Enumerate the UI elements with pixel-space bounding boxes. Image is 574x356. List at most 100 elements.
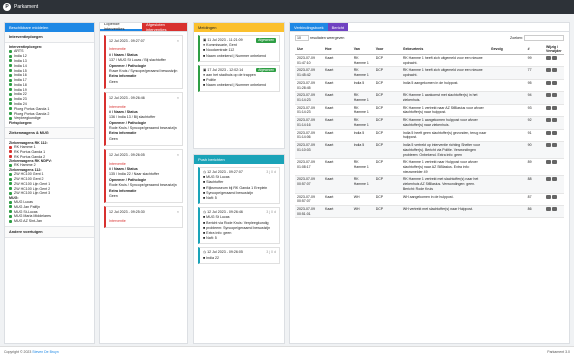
cell-voor: DCP xyxy=(373,79,401,93)
delete-icon[interactable] xyxy=(552,93,557,98)
cell-gevolg xyxy=(488,54,526,68)
edit-icon[interactable] xyxy=(546,160,551,165)
column-header[interactable]: Gebeurtenis xyxy=(400,44,489,55)
log-table-wrap: Uur Hoe Van Voor Gebeurtenis Gevolg # Wijzig / … xyxy=(290,44,569,219)
cell-gebeurtenis: RK Hamme 1 vertrekt naar AZ StBlasius vo… xyxy=(400,104,489,118)
bullet-icon: ■ xyxy=(203,180,206,185)
status-dot-icon xyxy=(9,200,12,204)
column-header[interactable]: Gevolg xyxy=(488,44,526,55)
units-list: ARTS India 12 India 13 India 14 India 15 Indi… xyxy=(9,49,90,121)
push-card[interactable]: 3 j 0 d ◷ 12 Jul 2023 - 09:27:07 ■ MUG St… xyxy=(198,167,280,205)
cell-nr: 87 xyxy=(525,193,544,206)
cell-actions xyxy=(544,54,564,68)
unit-name: ZW HC100 Lijn Gent 3 xyxy=(14,191,51,196)
cell-gevolg xyxy=(488,116,526,130)
status-dot-icon xyxy=(9,78,12,82)
cell-nr: 99 xyxy=(525,54,544,68)
author-link[interactable]: Steven De Bruyn xyxy=(32,350,58,354)
delete-icon[interactable] xyxy=(552,130,557,135)
tab-afgesloten[interactable]: Afgesloten interventies xyxy=(141,23,187,32)
push-ago: 3 j 0 d xyxy=(266,210,276,215)
intervention-card[interactable]: × 12 Jul 2023 - 09:27:07 Interventie # /… xyxy=(104,35,183,90)
edit-icon[interactable] xyxy=(546,194,551,199)
push-l2: Slachtoffer xyxy=(206,180,224,185)
column-header[interactable]: Uur xyxy=(295,44,323,55)
edit-icon[interactable] xyxy=(546,105,551,110)
bullet-icon: ■ xyxy=(203,215,206,220)
meldingen-list: Afgewezen ▣ 11 Jul 2023 - 11:21:09 ● Kom… xyxy=(194,35,284,92)
interventions-list: × 12 Jul 2023 - 09:27:07 Interventie # /… xyxy=(100,35,187,229)
table-row: 2023-07-09 00:57:07 Kaart WH DCP WH aang… xyxy=(295,193,564,206)
unit-item[interactable]: MUG AZ Sint-Jan xyxy=(9,219,90,224)
cell-gebeurtenis: RK Hamme 1 heeft zich uitgemeld voor een… xyxy=(400,66,489,80)
push-header: Push berichten xyxy=(194,155,284,164)
tab-lopende[interactable]: Lopende interventies xyxy=(100,23,142,31)
push-card[interactable]: 3 j 0 d ◷ 12 Jul 2023 - 09:26:46 ■ MUG St… xyxy=(198,207,280,245)
table-row: 2023-07-09 01:14:16 Kaart RK Hamme 1 DCP… xyxy=(295,116,564,130)
bullet-icon: ■ xyxy=(203,175,206,180)
user-icon: ■ xyxy=(203,83,206,88)
intervention-card[interactable]: × 12 Jul 2023 - 09:25:30 Interventie xyxy=(104,206,183,229)
edit-icon[interactable] xyxy=(546,143,551,148)
delete-icon[interactable] xyxy=(552,160,557,165)
delete-icon[interactable] xyxy=(552,194,557,199)
push-card[interactable]: 3 j 0 d ◷ 12 Jul 2023 - 09:26:05 ■ India … xyxy=(198,247,280,264)
column-header[interactable]: Van xyxy=(351,44,374,55)
search-input[interactable] xyxy=(524,35,564,41)
extra: Geen xyxy=(109,79,118,84)
column-header[interactable]: Wijzig / Verwijder xyxy=(544,44,564,55)
status-dot-icon xyxy=(9,64,12,68)
edit-icon[interactable] xyxy=(546,80,551,85)
column-header[interactable]: Hoe xyxy=(323,44,352,55)
phone-icon: ■ xyxy=(203,78,206,83)
page-length-select[interactable]: 10 xyxy=(295,35,309,41)
close-icon[interactable]: × xyxy=(177,153,179,158)
edit-icon[interactable] xyxy=(546,206,551,211)
close-icon[interactable]: × xyxy=(177,96,179,101)
top-bar: P Parkament xyxy=(0,0,574,14)
melding-card[interactable]: Afgewezen ▣ 17 Jul 2023 - 12:02:14 ● aan… xyxy=(198,64,280,92)
close-icon[interactable]: × xyxy=(177,39,179,44)
meldingen-panel: Meldingen Afgewezen ▣ 11 Jul 2023 - 11:2… xyxy=(193,22,285,149)
edit-icon[interactable] xyxy=(546,130,551,135)
push-l1: MUG St Lucas xyxy=(206,215,230,220)
intervention-card[interactable]: × 12 Jul 2023 - 09:26:46 Interventie # /… xyxy=(104,92,183,147)
cell-uur: 2023-07-09 00:57:07 xyxy=(295,193,323,206)
app-logo-icon[interactable]: P xyxy=(3,3,11,11)
unit-name: India 16 xyxy=(14,73,27,78)
cell-nr: 94 xyxy=(525,91,544,105)
delete-icon[interactable] xyxy=(552,118,557,123)
cell-gebeurtenis: WH vertrekt met slachtoffer(s) naar Hulp… xyxy=(400,205,489,219)
edit-icon[interactable] xyxy=(546,93,551,98)
andere-title: Andere voertuigen xyxy=(5,225,94,238)
cell-actions xyxy=(544,205,564,219)
delete-icon[interactable] xyxy=(552,143,557,148)
melding-card[interactable]: Afgewezen ▣ 11 Jul 2023 - 11:21:09 ● Kom… xyxy=(198,35,280,62)
push-l3: probleem: Syncope/geraamd bewustzijn xyxy=(206,225,271,230)
delete-icon[interactable] xyxy=(552,206,557,211)
delete-icon[interactable] xyxy=(552,68,557,73)
push-l4: Syncope/geraamd bewustzijn xyxy=(206,190,254,195)
tab-bericht[interactable]: Bericht xyxy=(327,23,349,31)
close-icon[interactable]: × xyxy=(177,210,179,215)
edit-icon[interactable] xyxy=(546,68,551,73)
edit-icon[interactable] xyxy=(546,56,551,60)
edit-icon[interactable] xyxy=(546,177,551,182)
column-header[interactable]: # xyxy=(525,44,544,55)
column-header[interactable]: Voor xyxy=(373,44,401,55)
delete-icon[interactable] xyxy=(552,80,557,85)
intervention-time: 12 Jul 2023 - 09:27:07 xyxy=(109,39,145,43)
cell-actions xyxy=(544,129,564,143)
delete-icon[interactable] xyxy=(552,56,557,60)
bullet-icon: ■ xyxy=(203,255,206,260)
push-l5: Naft: 5 xyxy=(206,236,217,241)
status-dot-icon xyxy=(9,177,12,181)
delete-icon[interactable] xyxy=(552,177,557,182)
cell-gevolg xyxy=(488,129,526,143)
intervention-card[interactable]: × 12 Jul 2023 - 09:26:05 Interventie # /… xyxy=(104,149,183,204)
tab-verbindingsboek[interactable]: Verbindingsboek xyxy=(290,23,328,31)
footer: Copyright © 2023 Steven De Bruyn Parkame… xyxy=(0,346,574,356)
cell-uur: 2023-07-09 01:47:10 xyxy=(295,54,323,68)
delete-icon[interactable] xyxy=(552,105,557,110)
edit-icon[interactable] xyxy=(546,118,551,123)
